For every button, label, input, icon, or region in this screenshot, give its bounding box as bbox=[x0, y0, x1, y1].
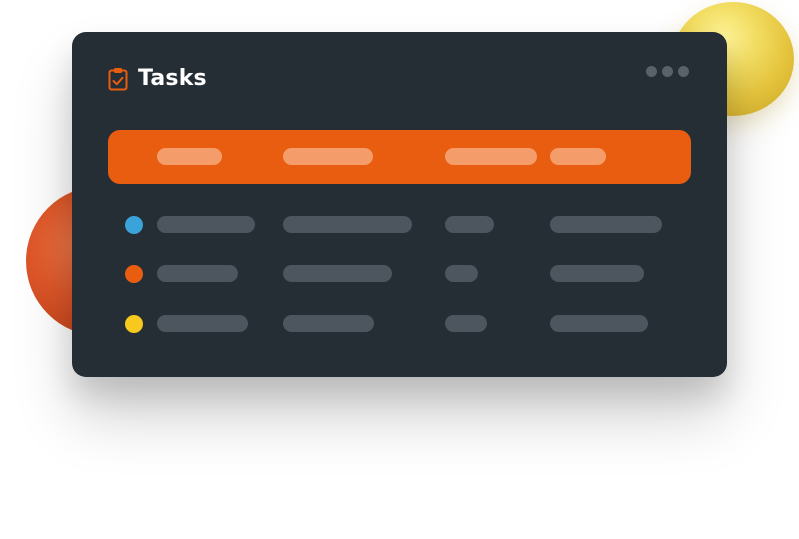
row-placeholder-col1 bbox=[157, 315, 248, 332]
status-dot bbox=[125, 265, 143, 283]
row-placeholder-col3 bbox=[445, 315, 487, 332]
header-placeholder-col1 bbox=[157, 148, 222, 165]
status-dot bbox=[125, 315, 143, 333]
status-dot bbox=[125, 216, 143, 234]
row-placeholder-col3 bbox=[445, 265, 478, 282]
more-dot-icon bbox=[678, 66, 689, 77]
header-placeholder-col3 bbox=[445, 148, 537, 165]
row-placeholder-col2 bbox=[283, 216, 412, 233]
table-row[interactable] bbox=[108, 314, 691, 334]
row-placeholder-col4 bbox=[550, 216, 662, 233]
more-dot-icon bbox=[646, 66, 657, 77]
clipboard-check-icon bbox=[108, 67, 128, 90]
row-placeholder-col4 bbox=[550, 265, 644, 282]
card-header: Tasks bbox=[108, 66, 207, 91]
row-placeholder-col2 bbox=[283, 265, 392, 282]
table-header-row bbox=[108, 130, 691, 184]
illustration-stage: Tasks bbox=[0, 0, 799, 539]
tasks-card: Tasks bbox=[72, 32, 727, 377]
row-placeholder-col1 bbox=[157, 216, 255, 233]
row-placeholder-col3 bbox=[445, 216, 494, 233]
row-placeholder-col2 bbox=[283, 315, 374, 332]
header-placeholder-col4 bbox=[550, 148, 606, 165]
table-row[interactable] bbox=[108, 215, 691, 235]
row-placeholder-col4 bbox=[550, 315, 648, 332]
row-placeholder-col1 bbox=[157, 265, 238, 282]
more-menu-button[interactable] bbox=[646, 66, 689, 77]
header-placeholder-col2 bbox=[283, 148, 373, 165]
table-row[interactable] bbox=[108, 264, 691, 284]
card-title: Tasks bbox=[138, 66, 207, 91]
more-dot-icon bbox=[662, 66, 673, 77]
